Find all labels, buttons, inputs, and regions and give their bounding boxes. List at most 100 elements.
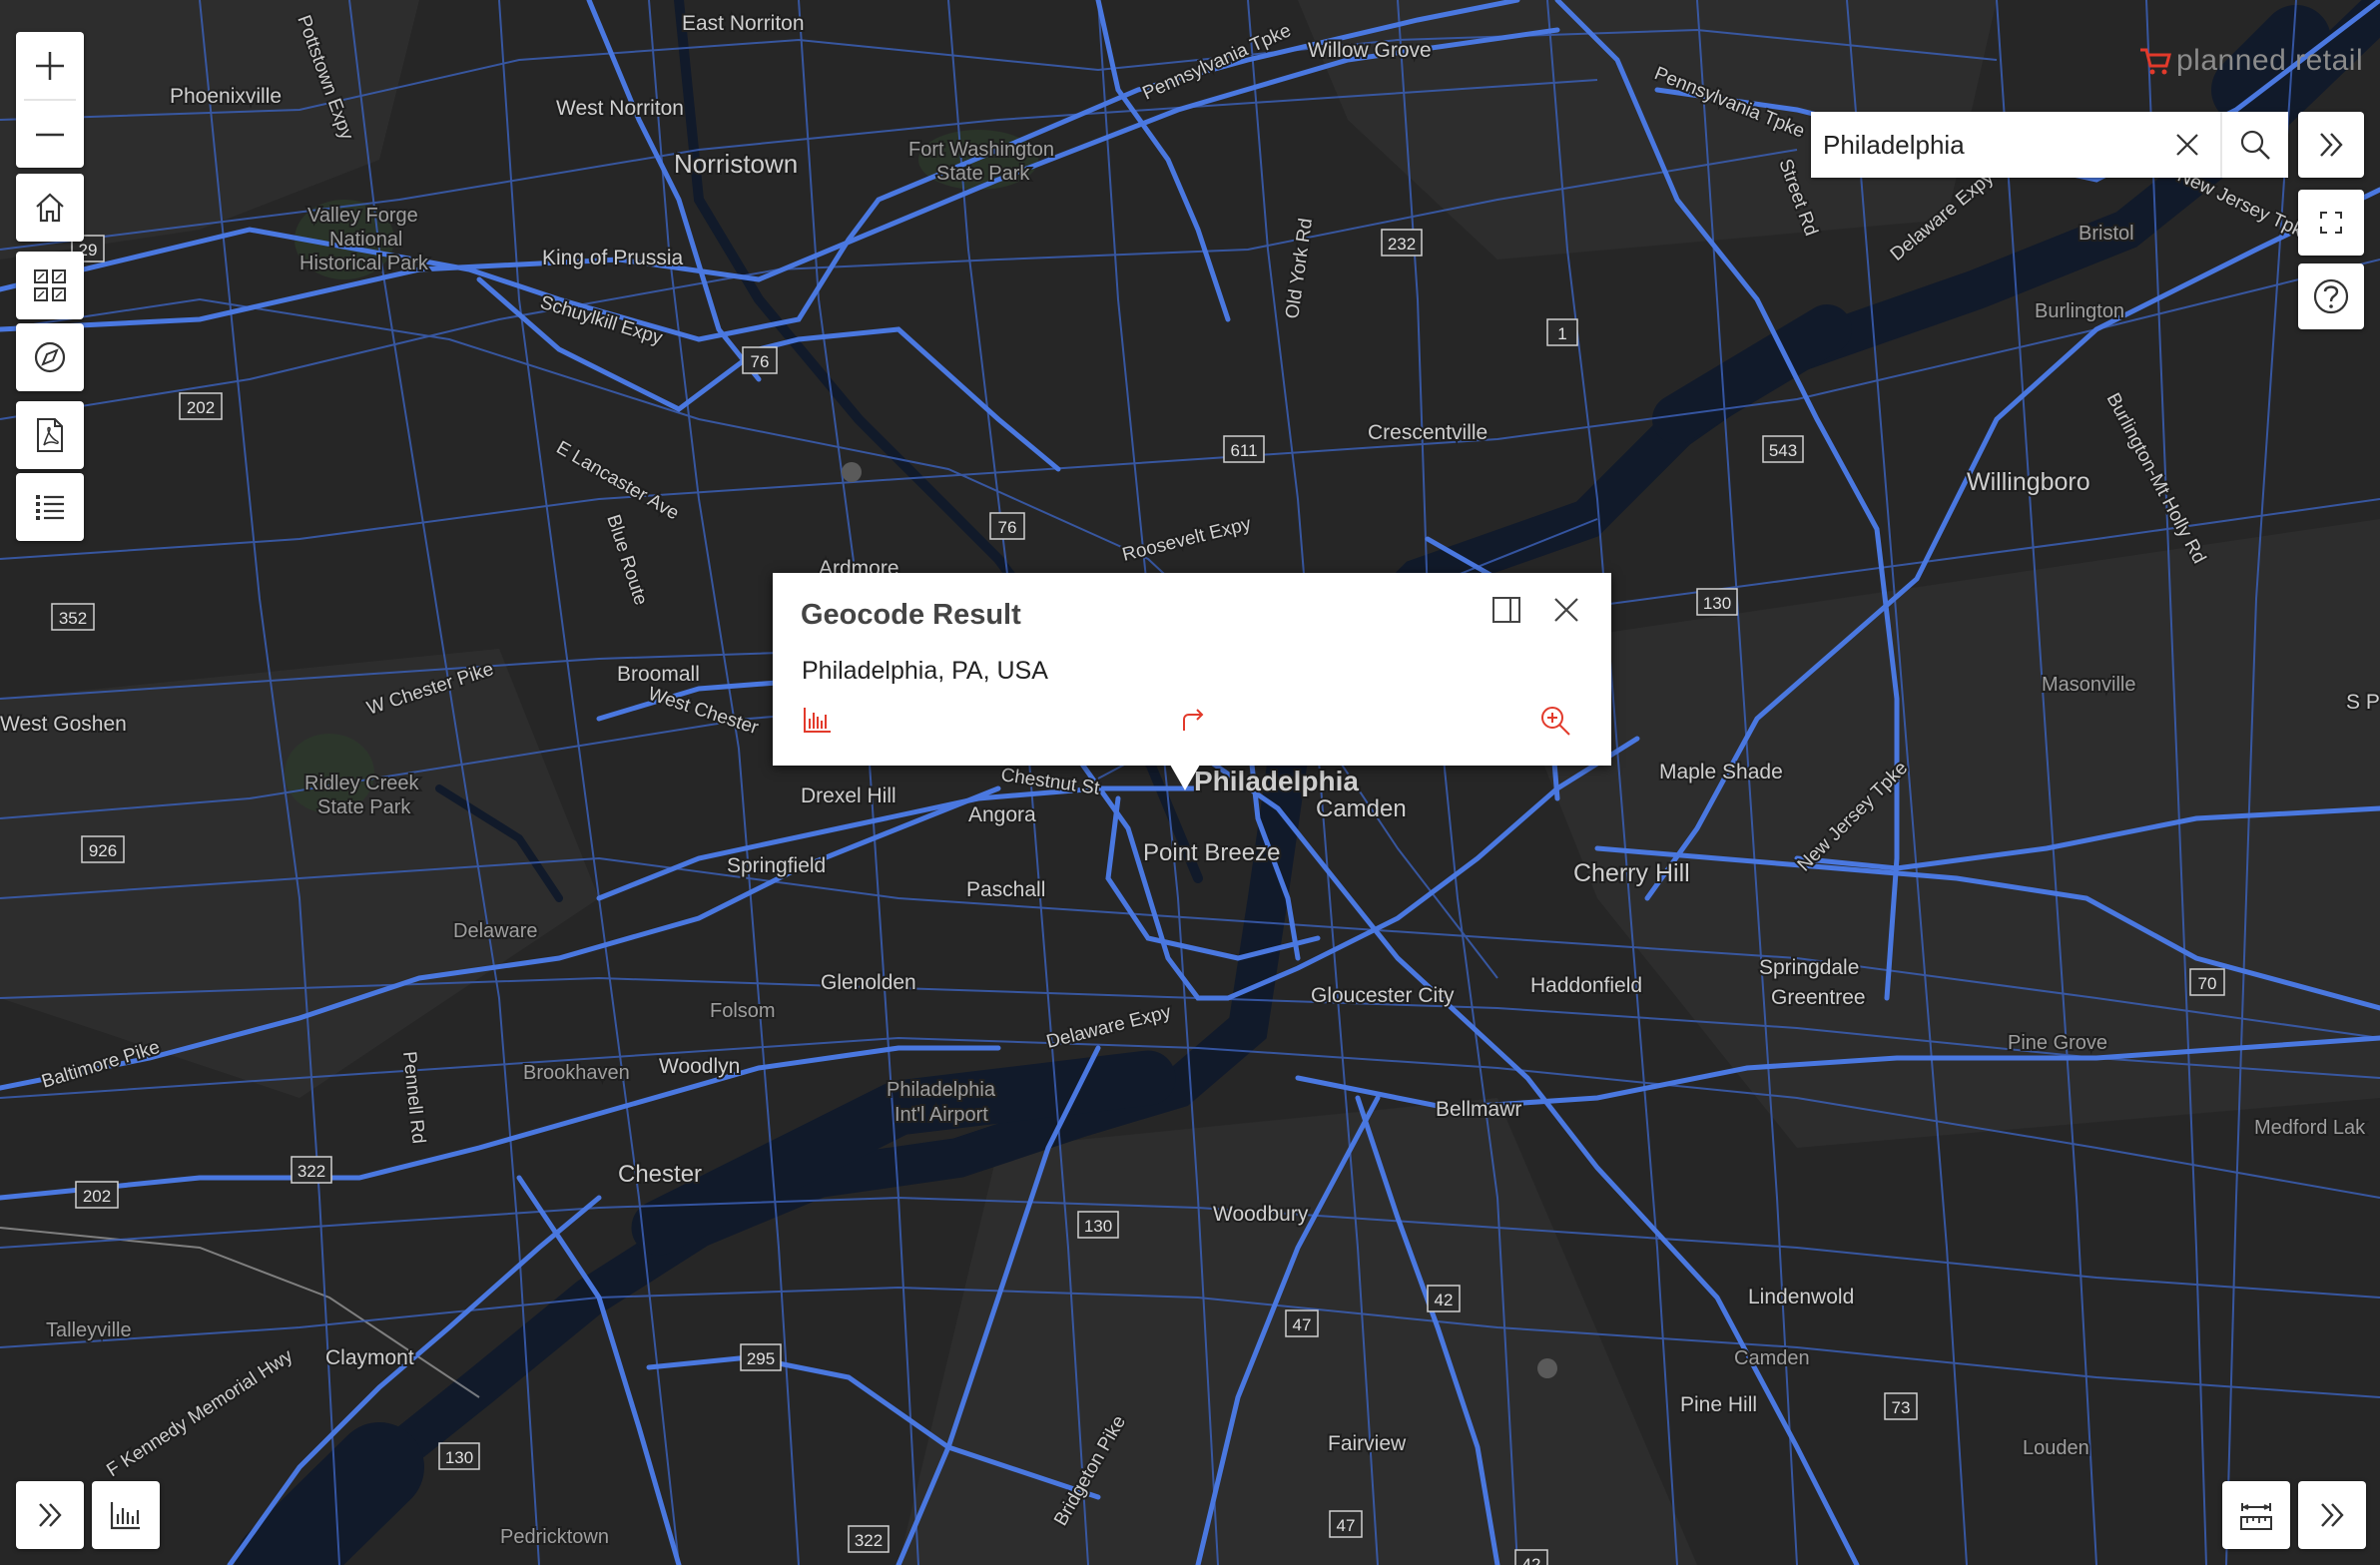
svg-text:76: 76 [751, 352, 770, 371]
popup-address: Philadelphia, PA, USA [802, 657, 1048, 685]
svg-text:352: 352 [59, 609, 87, 628]
map-label: Bristol [2079, 223, 2134, 245]
map-label: Pine Grove [2008, 1032, 2107, 1054]
map-label: Gloucester City [1311, 984, 1455, 1007]
route-shield: 295 [740, 1343, 782, 1371]
locate-button[interactable] [16, 323, 84, 391]
popup-zoom-to-action[interactable] [1539, 705, 1571, 742]
map-label: Cherry Hill [1573, 859, 1690, 887]
zoom-to-icon [1541, 707, 1570, 736]
map-label: Talleyville [46, 1319, 132, 1341]
map-label: Camden [1734, 1347, 1810, 1369]
svg-text:76: 76 [998, 518, 1017, 537]
svg-text:130: 130 [1703, 594, 1731, 613]
print-button[interactable] [16, 401, 84, 469]
route-shield: 42 [1427, 1285, 1461, 1312]
map-label: Paschall [966, 878, 1045, 901]
double-chevron-right-icon [2320, 133, 2343, 157]
minus-icon [36, 133, 64, 136]
svg-text:295: 295 [747, 1349, 775, 1368]
svg-text:232: 232 [1388, 235, 1416, 254]
map-label: State Park [936, 163, 1030, 185]
search-input[interactable] [1811, 114, 2154, 176]
map-label: Pedricktown [500, 1526, 609, 1548]
route-shield: 76 [989, 512, 1025, 540]
directions-icon [1183, 709, 1204, 731]
svg-text:322: 322 [855, 1531, 883, 1550]
ruler-icon [2240, 1503, 2272, 1530]
map-label: Broomall [617, 663, 700, 686]
map-label: Pine Hill [1680, 1393, 1757, 1416]
svg-text:1: 1 [1557, 324, 1566, 343]
map-label: Haddonfield [1530, 974, 1642, 997]
svg-text:70: 70 [2198, 974, 2217, 993]
map-label: S P [2346, 691, 2380, 714]
brand-name: planned retail [2176, 44, 2364, 77]
map-label: Angora [968, 803, 1036, 826]
double-chevron-right-icon [39, 1503, 62, 1527]
map-label: Medford Lak [2254, 1117, 2366, 1139]
map-label-city: Philadelphia [1194, 766, 1359, 796]
map-label: Springdale [1759, 956, 1859, 979]
chart-button[interactable] [92, 1481, 160, 1549]
map-label: Fort Washington [908, 139, 1054, 161]
map-label: Crescentville [1368, 421, 1488, 444]
map-label: Greentree [1771, 986, 1866, 1009]
close-popup-button[interactable] [1551, 595, 1581, 630]
pdf-icon [37, 418, 63, 452]
map-label: West Norriton [556, 97, 684, 120]
svg-text:47: 47 [1337, 1516, 1356, 1535]
popup-directions-action[interactable] [1178, 705, 1208, 740]
map-label: Phoenixville [170, 85, 282, 108]
zoom-out-button[interactable] [16, 101, 84, 168]
home-button[interactable] [16, 174, 84, 242]
layer-list-button[interactable] [16, 473, 84, 541]
map-label: East Norriton [682, 12, 805, 35]
dock-popup-button[interactable] [1491, 595, 1521, 630]
route-shield: 202 [179, 392, 223, 420]
search-widget [1811, 112, 2288, 178]
double-chevron-right-icon [2321, 1503, 2344, 1527]
dock-icon [1492, 597, 1520, 623]
map-label: Maple Shade [1659, 761, 1783, 783]
map-label: Masonville [2042, 674, 2135, 696]
expand-panel-button[interactable] [2298, 112, 2364, 178]
svg-text:611: 611 [1230, 441, 1257, 460]
zoom-in-button[interactable] [16, 32, 84, 99]
svg-text:543: 543 [1769, 441, 1797, 460]
svg-text:130: 130 [445, 1448, 473, 1467]
map-label: Willingboro [1967, 468, 2090, 496]
route-shield: 70 [2189, 968, 2225, 996]
basemap-button[interactable] [16, 252, 84, 319]
expand-bottom-panel-button[interactable] [16, 1481, 84, 1549]
map-label: Springfield [727, 854, 826, 877]
svg-text:322: 322 [298, 1162, 325, 1181]
route-shield: 130 [1077, 1211, 1119, 1239]
map-label: Historical Park [299, 253, 429, 274]
clear-search-button[interactable] [2154, 112, 2220, 178]
route-shield: 611 [1223, 435, 1265, 463]
map-label: Glenolden [821, 971, 916, 994]
route-shield: 543 [1762, 435, 1804, 463]
popup-chart-action[interactable] [803, 705, 833, 740]
compass-icon [34, 341, 66, 373]
map-label: Brookhaven [523, 1062, 630, 1084]
search-icon [2240, 130, 2270, 160]
map-label: Camden [1316, 795, 1407, 822]
grid-icon [34, 269, 66, 301]
fullscreen-button[interactable] [2298, 190, 2364, 256]
map-label: Fairview [1328, 1432, 1407, 1455]
map-label: Valley Forge [307, 205, 418, 227]
map-label: Willow Grove [1308, 39, 1432, 62]
help-button[interactable] [2298, 263, 2364, 329]
map-label: Norristown [674, 149, 798, 179]
measure-button[interactable] [2222, 1481, 2290, 1549]
map-label: Delaware [453, 920, 537, 942]
route-shield: 352 [51, 603, 95, 631]
search-button[interactable] [2222, 112, 2288, 178]
route-shield: 42 [1514, 1549, 1548, 1565]
expand-right-panel-button[interactable] [2298, 1481, 2366, 1549]
svg-text:73: 73 [1892, 1398, 1911, 1417]
map-label: State Park [317, 796, 411, 818]
geocode-popup: Geocode Result Philadelphia, PA, USA [773, 573, 1611, 790]
